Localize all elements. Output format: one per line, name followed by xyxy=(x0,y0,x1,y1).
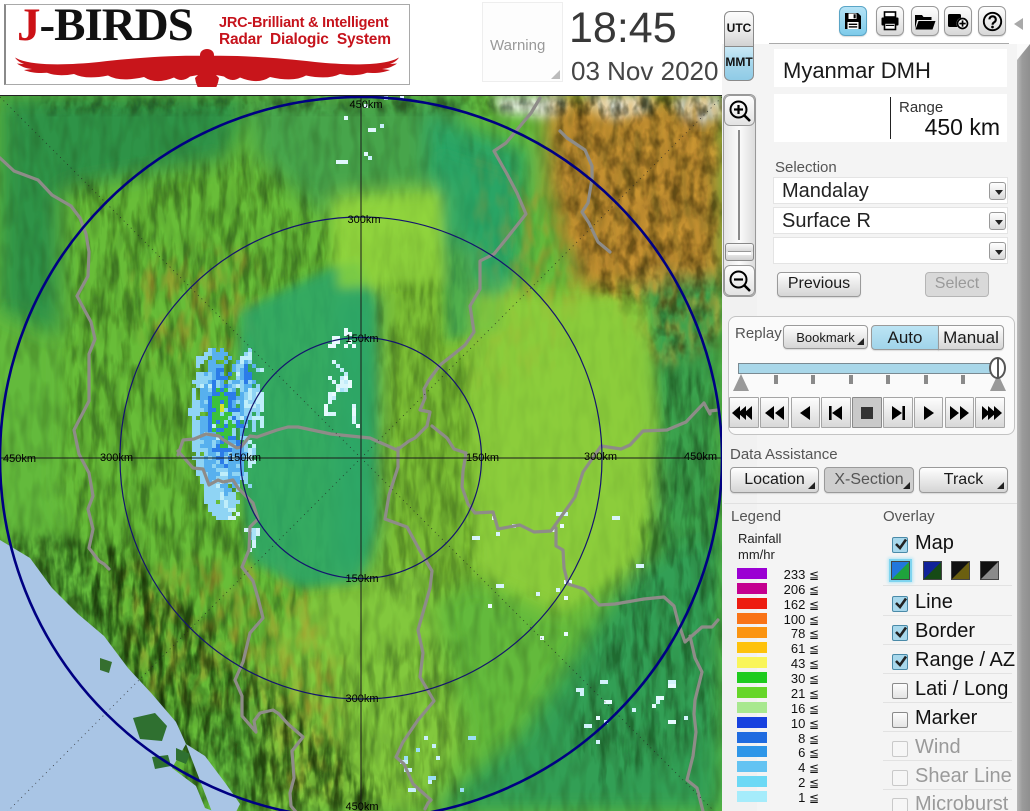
svg-text:300km: 300km xyxy=(347,214,380,226)
svg-text:450km: 450km xyxy=(3,453,36,465)
svg-text:150km: 150km xyxy=(466,452,499,464)
svg-text:150km: 150km xyxy=(228,452,261,464)
svg-text:300km: 300km xyxy=(584,451,617,463)
svg-text:450km: 450km xyxy=(349,99,382,111)
svg-text:450km: 450km xyxy=(684,451,717,463)
svg-text:300km: 300km xyxy=(345,693,378,705)
svg-text:450km: 450km xyxy=(345,801,378,811)
svg-text:150km: 150km xyxy=(345,333,378,345)
svg-text:300km: 300km xyxy=(100,452,133,464)
svg-text:150km: 150km xyxy=(345,573,378,585)
